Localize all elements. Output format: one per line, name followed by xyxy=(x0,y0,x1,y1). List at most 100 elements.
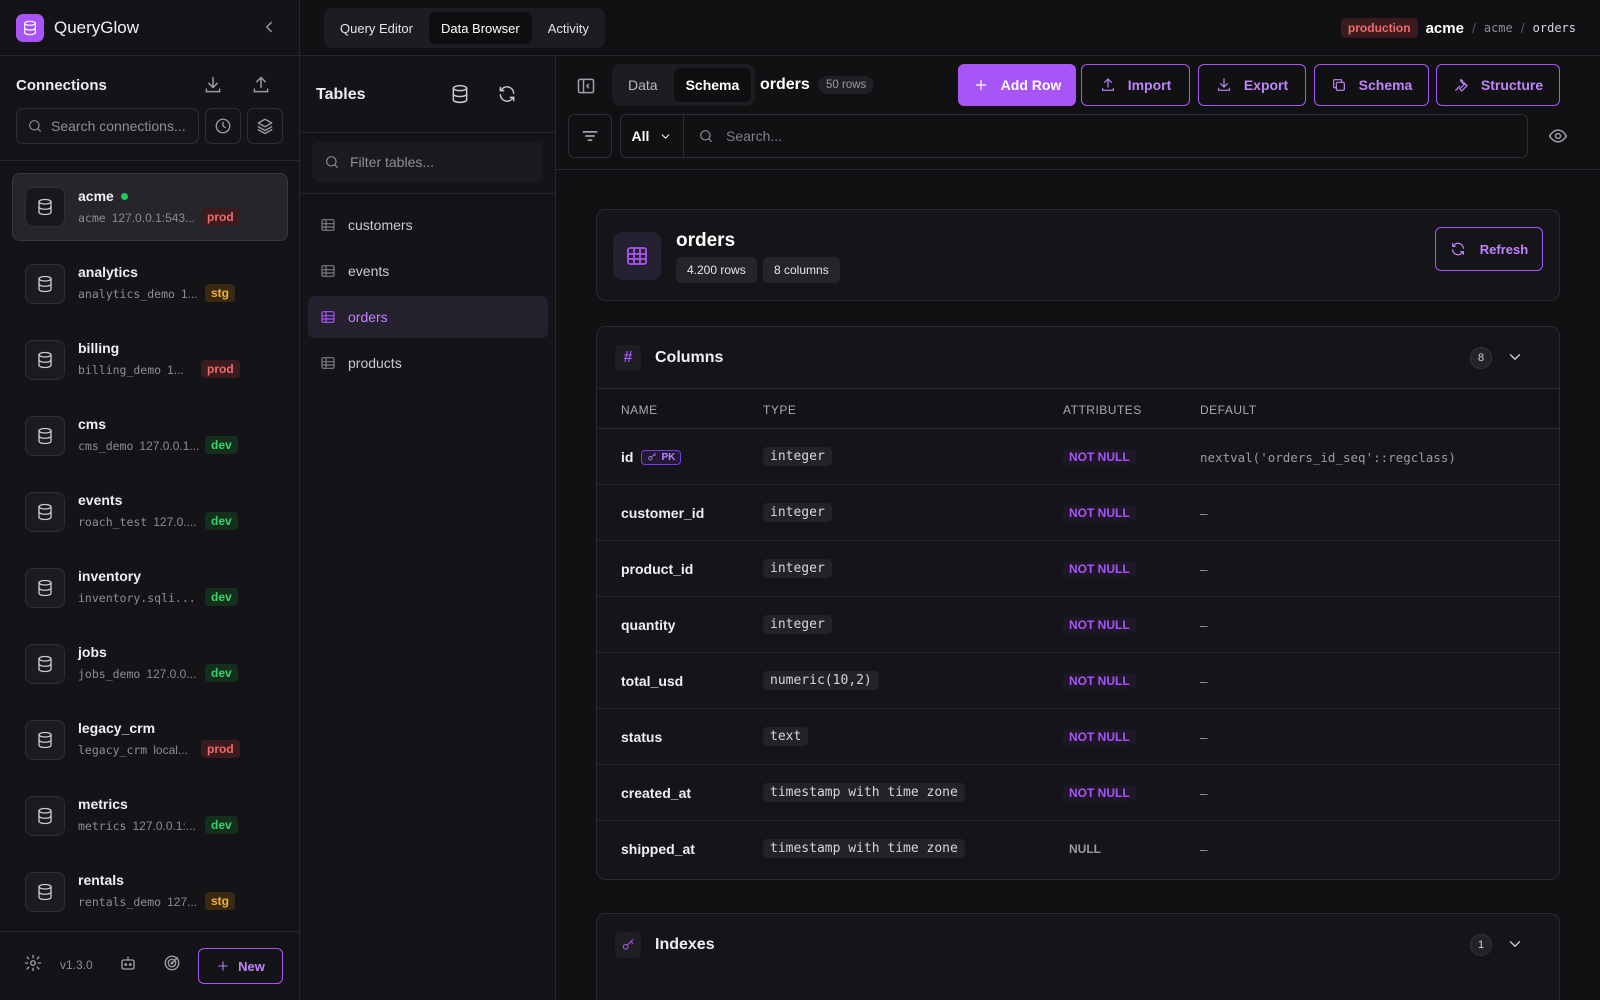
table-row[interactable]: customer_id integer NOT NULL – xyxy=(597,485,1559,541)
export-button[interactable]: Export xyxy=(1198,64,1306,106)
connection-db: acme xyxy=(78,211,106,225)
schema-button[interactable]: Schema xyxy=(1314,64,1429,106)
add-row-button[interactable]: Add Row xyxy=(958,64,1076,106)
connection-item-events[interactable]: events roach_test 127.0.... dev xyxy=(12,477,288,553)
filter-lines-icon[interactable] xyxy=(568,114,612,158)
table-row[interactable]: shipped_at timestamp with time zone NULL – xyxy=(597,821,1559,877)
connection-item-analytics[interactable]: analytics analytics_demo 1... stg xyxy=(12,249,288,325)
column-name: created_at xyxy=(621,785,691,801)
search-icon xyxy=(326,156,338,168)
search-icon xyxy=(700,130,712,142)
database-icon[interactable] xyxy=(450,84,470,104)
column-type: timestamp with time zone xyxy=(763,839,965,858)
table-item-products[interactable]: products xyxy=(308,342,548,384)
import-button[interactable]: Import xyxy=(1081,64,1190,106)
connection-host: billing_demo 1... xyxy=(78,363,184,377)
env-badge: prod xyxy=(201,740,240,758)
panel-toggle-icon[interactable] xyxy=(576,76,596,96)
data-search-input[interactable] xyxy=(726,128,1506,144)
table-row[interactable]: quantity integer NOT NULL – xyxy=(597,597,1559,653)
refresh-button[interactable]: Refresh xyxy=(1435,227,1543,271)
table-item-orders[interactable]: orders xyxy=(308,296,548,338)
connections-search-input[interactable] xyxy=(51,118,191,134)
columns-section-header[interactable]: # Columns 8 xyxy=(597,327,1559,389)
new-connection-button[interactable]: New xyxy=(198,948,283,984)
collapse-sidebar-chevron-left-icon[interactable] xyxy=(260,18,278,36)
table-item-events[interactable]: events xyxy=(308,250,548,292)
connection-item-metrics[interactable]: metrics metrics 127.0.0.1:... dev xyxy=(12,781,288,857)
columns-section: # Columns 8 NAME TYPE ATTRIBUTES DEFAULT… xyxy=(596,326,1560,880)
connection-host: metrics 127.0.0.1:... xyxy=(78,819,196,833)
table-item-customers[interactable]: customers xyxy=(308,204,548,246)
tab-data-browser[interactable]: Data Browser xyxy=(428,12,532,44)
eye-icon[interactable] xyxy=(1548,126,1568,146)
table-row[interactable]: id PK integer NOT NULL nextval('orders_id_se… xyxy=(597,429,1559,485)
layers-icon[interactable] xyxy=(247,108,283,144)
table-row[interactable]: product_id integer NOT NULL – xyxy=(597,541,1559,597)
refresh-icon[interactable] xyxy=(497,84,517,104)
structure-button[interactable]: Structure xyxy=(1436,64,1560,106)
data-search[interactable] xyxy=(684,114,1528,158)
connection-item-legacy-crm[interactable]: legacy_crm legacy_crm local... prod xyxy=(12,705,288,781)
table-row[interactable]: created_at timestamp with time zone NOT NU… xyxy=(597,765,1559,821)
app-version: v1.3.0 xyxy=(60,958,93,972)
columns-chip: 8 columns xyxy=(763,257,840,283)
header-name: NAME xyxy=(621,403,658,417)
settings-gear-icon[interactable] xyxy=(24,954,42,972)
env-badge: dev xyxy=(205,664,238,682)
column-default: – xyxy=(1200,562,1208,577)
tab-activity[interactable]: Activity xyxy=(536,12,601,44)
connections-search[interactable] xyxy=(16,108,199,144)
breadcrumb-connection[interactable]: acme xyxy=(1426,20,1464,37)
database-icon xyxy=(25,568,65,608)
tab-query-editor[interactable]: Query Editor xyxy=(328,12,425,44)
table-row[interactable]: status text NOT NULL – xyxy=(597,709,1559,765)
database-icon xyxy=(25,187,65,227)
connection-item-inventory[interactable]: inventory inventory.sqli... dev xyxy=(12,553,288,629)
column-default: – xyxy=(1200,618,1208,633)
filter-tables-input[interactable] xyxy=(350,154,530,170)
rows-chip: 4.200 rows xyxy=(676,257,757,283)
bot-icon[interactable] xyxy=(119,954,137,972)
chevron-down-icon[interactable] xyxy=(1506,348,1524,366)
connection-db: jobs_demo xyxy=(78,667,141,681)
connection-host: analytics_demo 1... xyxy=(78,287,198,301)
connection-name: rentals xyxy=(78,872,124,888)
breadcrumb-database[interactable]: acme xyxy=(1484,21,1513,35)
table-grid-icon xyxy=(613,232,661,280)
table-row[interactable]: total_usd numeric(10,2) NOT NULL – xyxy=(597,653,1559,709)
history-clock-icon[interactable] xyxy=(205,108,241,144)
connection-name-text: metrics xyxy=(78,796,128,812)
column-default: – xyxy=(1200,506,1208,521)
tab-data[interactable]: Data xyxy=(616,68,670,102)
database-icon xyxy=(25,796,65,836)
filter-tables[interactable] xyxy=(312,142,543,182)
connection-item-billing[interactable]: billing billing_demo 1... prod xyxy=(12,325,288,401)
divider xyxy=(300,132,556,133)
env-badge: dev xyxy=(205,512,238,530)
breadcrumb: production acme / acme / orders xyxy=(1340,18,1576,38)
tab-schema[interactable]: Schema xyxy=(673,68,752,102)
connection-db: analytics_demo xyxy=(78,287,175,301)
column-filter-select[interactable]: All xyxy=(620,114,684,158)
schema-table-name: orders xyxy=(676,230,736,251)
connection-item-jobs[interactable]: jobs jobs_demo 127.0.0... dev xyxy=(12,629,288,705)
upload-icon[interactable] xyxy=(251,75,271,95)
table-item-label: customers xyxy=(348,217,413,233)
radar-icon[interactable] xyxy=(163,954,181,972)
search-row: All xyxy=(556,114,1600,170)
connection-item-cms[interactable]: cms cms_demo 127.0.0.1... dev xyxy=(12,401,288,477)
connection-address: 1... xyxy=(180,287,198,301)
connection-item-acme[interactable]: acme acme 127.0.0.1:543... prod xyxy=(12,173,288,241)
hash-icon: # xyxy=(615,345,641,371)
divider xyxy=(300,193,556,194)
column-name-text: shipped_at xyxy=(621,841,695,857)
connection-name-text: acme xyxy=(78,188,114,204)
connection-item-rentals[interactable]: rentals rentals_demo 127... stg xyxy=(12,857,288,933)
chevron-down-icon[interactable] xyxy=(1506,935,1524,953)
connection-name-text: events xyxy=(78,492,123,508)
online-status-dot xyxy=(120,192,128,200)
download-icon[interactable] xyxy=(203,75,223,95)
column-type: integer xyxy=(763,503,832,522)
column-default: – xyxy=(1200,674,1208,689)
